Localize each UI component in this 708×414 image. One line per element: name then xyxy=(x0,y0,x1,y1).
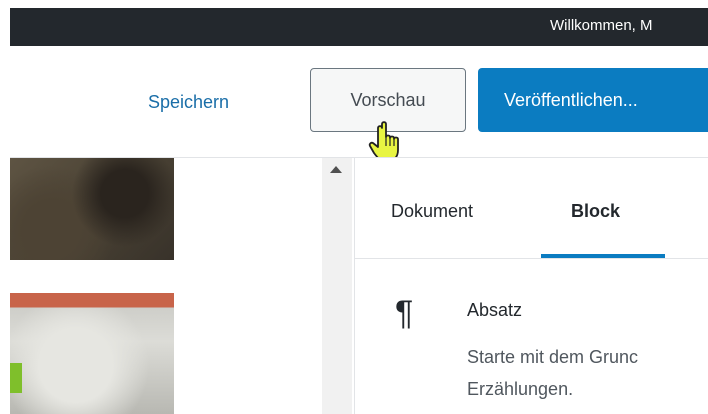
block-description-line-1: Starte mit dem Grunc xyxy=(467,347,639,367)
tab-document[interactable]: Dokument xyxy=(391,201,473,222)
image-block-2[interactable] xyxy=(10,293,174,414)
block-description-line-2: Erzählungen. xyxy=(467,379,574,399)
active-tab-indicator xyxy=(541,254,665,258)
paragraph-icon: ¶ xyxy=(395,294,414,332)
settings-sidebar: Dokument Block ¶ Absatz Starte mit dem G… xyxy=(354,158,708,414)
tab-block[interactable]: Block xyxy=(571,201,620,222)
admin-bar: Willkommen, M xyxy=(10,8,708,46)
publish-button[interactable]: Veröffentlichen... xyxy=(478,68,708,132)
block-title: Absatz xyxy=(467,300,523,320)
scrollbar[interactable] xyxy=(322,158,352,414)
image-block-1[interactable] xyxy=(10,158,174,260)
scroll-up-arrow-icon[interactable] xyxy=(330,166,342,173)
sidebar-tabs: Dokument Block xyxy=(355,158,708,259)
save-draft-link[interactable]: Speichern xyxy=(148,92,229,113)
admin-greeting[interactable]: Willkommen, M xyxy=(550,17,653,34)
block-description: Starte mit dem Grunc Erzählungen. xyxy=(467,341,708,405)
